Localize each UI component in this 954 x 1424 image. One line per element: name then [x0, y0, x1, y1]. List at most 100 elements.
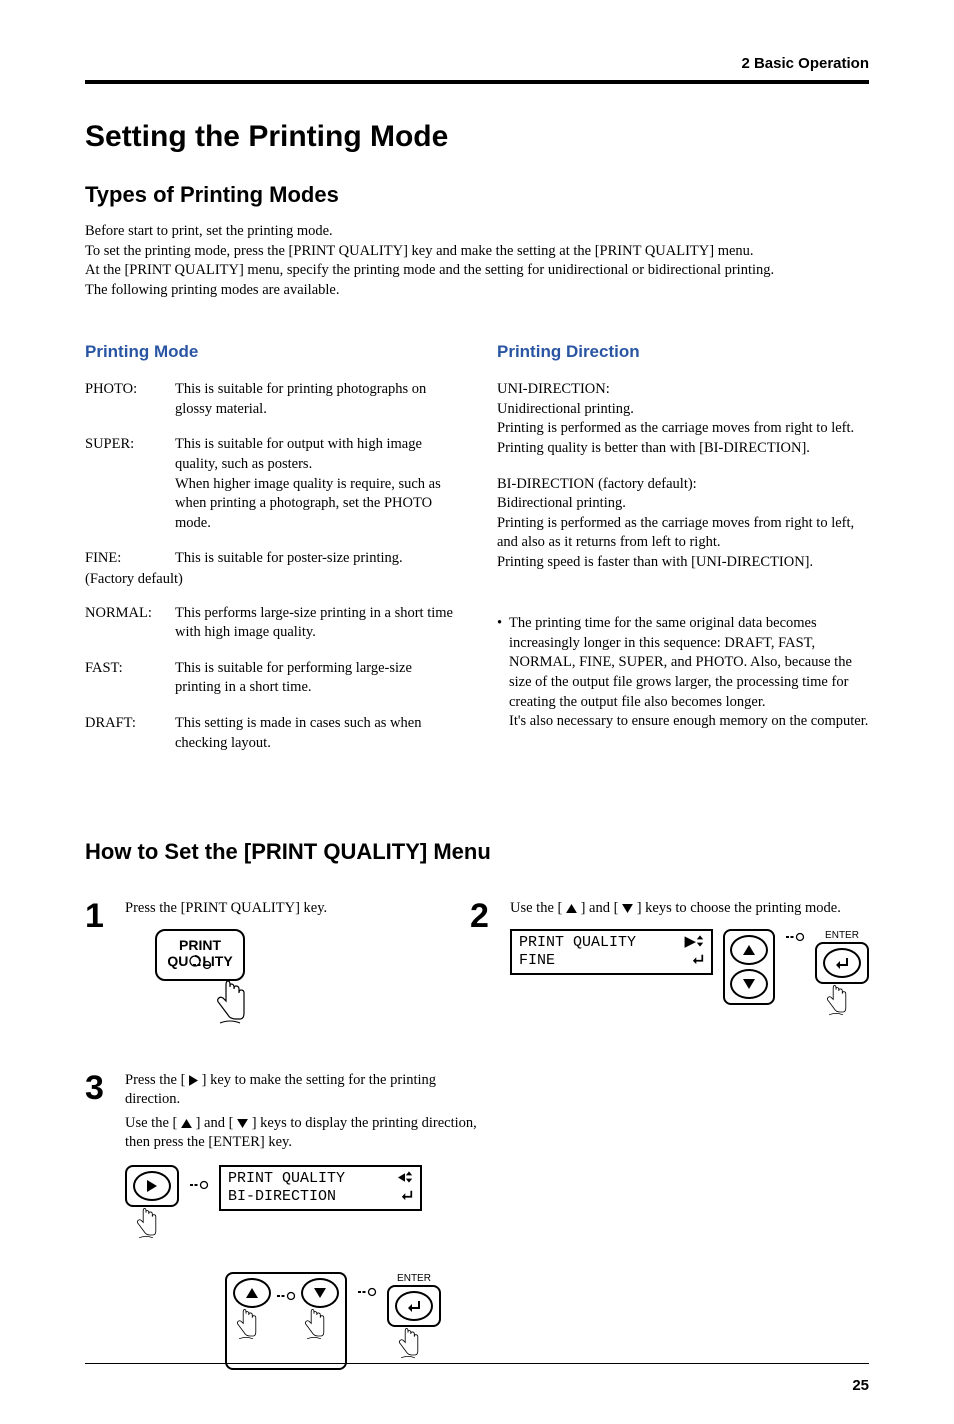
header-rule [85, 80, 869, 84]
step-text: Press the [ ] key to make the setting fo… [125, 1071, 477, 1110]
led-icon [276, 1288, 296, 1365]
mode-desc: This performs large-size printing in a s… [175, 604, 457, 643]
mode-super: SUPER: This is suitable for output with … [85, 435, 457, 533]
right-key [133, 1171, 171, 1201]
mode-photo: PHOTO: This is suitable for printing pho… [85, 380, 457, 419]
mode-desc: This is suitable for output with high im… [175, 435, 457, 533]
dir-line: Printing speed is faster than with [UNI-… [497, 553, 869, 573]
hand-press-icon [132, 1207, 160, 1247]
lcd-enter-icon [692, 952, 704, 970]
lcd-line1: PRINT QUALITY [228, 1170, 345, 1188]
mode-label: FAST: [85, 659, 175, 698]
lcd-line2: FINE [519, 952, 555, 970]
dir-line: Bidirectional printing. [497, 494, 869, 514]
step-number: 2 [470, 899, 496, 1041]
mode-fast: FAST: This is suitable for performing la… [85, 659, 457, 698]
howto-heading: How to Set the [PRINT QUALITY] Menu [85, 839, 869, 865]
chapter-label: 2 Basic Operation [85, 55, 869, 72]
right-arrow-icon [189, 1075, 198, 1086]
step-1: 1 Press the [PRINT QUALITY] key. PRINT Q… [85, 899, 430, 1041]
intro-block: Before start to print, set the printing … [85, 222, 869, 300]
factory-default-note: (Factory default) [85, 571, 457, 588]
led-icon [189, 1177, 209, 1197]
down-arrow-icon [237, 1119, 248, 1128]
bullet-icon: • [497, 614, 509, 731]
printing-mode-heading: Printing Mode [85, 342, 457, 362]
step-number: 3 [85, 1071, 111, 1384]
dir-line: Printing is performed as the carriage mo… [497, 514, 869, 553]
right-key-group [125, 1165, 179, 1264]
step-2: 2 Use the [ ] and [ ] keys to choose the… [470, 899, 869, 1041]
enter-key-group: ENTER [387, 1272, 441, 1384]
mode-label: NORMAL: [85, 604, 175, 643]
lcd-line2: BI-DIRECTION [228, 1188, 336, 1206]
print-quality-key: PRINT QULITY [155, 929, 245, 981]
step-text: Use the [ ] and [ ] keys to choose the p… [510, 899, 869, 919]
mode-label: SUPER: [85, 435, 175, 533]
lcd-enter-icon [401, 1188, 413, 1206]
dir-line: Unidirectional printing. [497, 400, 869, 420]
printing-direction-column: Printing Direction UNI-DIRECTION: Unidir… [497, 342, 869, 769]
bi-direction-block: BI-DIRECTION (factory default): Bidirect… [497, 475, 869, 573]
up-down-keys [723, 929, 775, 1005]
led-icon [357, 1284, 377, 1304]
step-3: 3 Press the [ ] key to make the setting … [85, 1071, 477, 1384]
hand-press-icon [210, 979, 430, 1036]
intro-line: The following printing modes are availab… [85, 281, 869, 301]
page-number: 25 [852, 1377, 869, 1394]
down-key [301, 1278, 339, 1308]
step-text: Press the [PRINT QUALITY] key. [125, 899, 430, 919]
howto-section: How to Set the [PRINT QUALITY] Menu 1 Pr… [85, 839, 869, 1384]
mode-label: PHOTO: [85, 380, 175, 419]
mode-label: DRAFT: [85, 714, 175, 753]
up-key [730, 935, 768, 965]
dir-title: BI-DIRECTION (factory default): [497, 475, 869, 495]
hand-press-icon [232, 1308, 260, 1348]
up-arrow-icon [181, 1119, 192, 1128]
up-arrow-icon [566, 904, 577, 913]
mode-desc: This is suitable for poster-size printin… [175, 549, 457, 569]
lcd-right-updown-icon: ▶ [684, 934, 704, 952]
enter-key [395, 1291, 433, 1321]
step-text: Use the [ ] and [ ] keys to display the … [125, 1114, 477, 1153]
led-icon [192, 960, 212, 970]
page-title: Setting the Printing Mode [85, 120, 869, 154]
enter-key [823, 948, 861, 978]
key-label-line1: PRINT [157, 937, 243, 953]
mode-desc: This is suitable for performing large-si… [175, 659, 457, 698]
up-key [233, 1278, 271, 1308]
intro-line: At the [PRINT QUALITY] menu, specify the… [85, 261, 869, 281]
timing-note: • The printing time for the same origina… [497, 614, 869, 731]
lcd-left-updown-icon [398, 1170, 413, 1188]
up-down-keys [225, 1272, 347, 1371]
lcd-line1: PRINT QUALITY [519, 934, 636, 952]
enter-label: ENTER [825, 929, 859, 943]
enter-label: ENTER [397, 1272, 431, 1286]
intro-line: Before start to print, set the printing … [85, 222, 869, 242]
down-key [730, 969, 768, 999]
print-quality-key-figure: PRINT QULITY [155, 929, 430, 1036]
step-number: 1 [85, 899, 111, 1041]
lcd-display: PRINT QUALITY ▶ FINE [510, 929, 713, 975]
uni-direction-block: UNI-DIRECTION: Unidirectional printing. … [497, 380, 869, 458]
mode-draft: DRAFT: This setting is made in cases suc… [85, 714, 457, 753]
enter-key-group: ENTER [815, 929, 869, 1041]
intro-line: To set the printing mode, press the [PRI… [85, 242, 869, 262]
hand-press-icon [300, 1308, 328, 1348]
led-icon [785, 929, 805, 949]
mode-normal: NORMAL: This performs large-size printin… [85, 604, 457, 643]
dir-line: Printing is performed as the carriage mo… [497, 419, 869, 439]
step2-figure: PRINT QUALITY ▶ FINE ENTER [510, 929, 869, 1041]
dir-title: UNI-DIRECTION: [497, 380, 869, 400]
mode-fine: FINE: This is suitable for poster-size p… [85, 549, 457, 569]
down-arrow-icon [622, 904, 633, 913]
mode-desc: This is suitable for printing photograph… [175, 380, 457, 419]
hand-press-icon [822, 984, 850, 1024]
section-heading-types: Types of Printing Modes [85, 182, 869, 208]
hand-press-icon [394, 1327, 422, 1367]
dir-line: Printing quality is better than with [BI… [497, 439, 869, 459]
printing-mode-column: Printing Mode PHOTO: This is suitable fo… [85, 342, 457, 769]
note-text: The printing time for the same original … [509, 614, 869, 731]
footer-rule [85, 1363, 869, 1364]
mode-desc: This setting is made in cases such as wh… [175, 714, 457, 753]
